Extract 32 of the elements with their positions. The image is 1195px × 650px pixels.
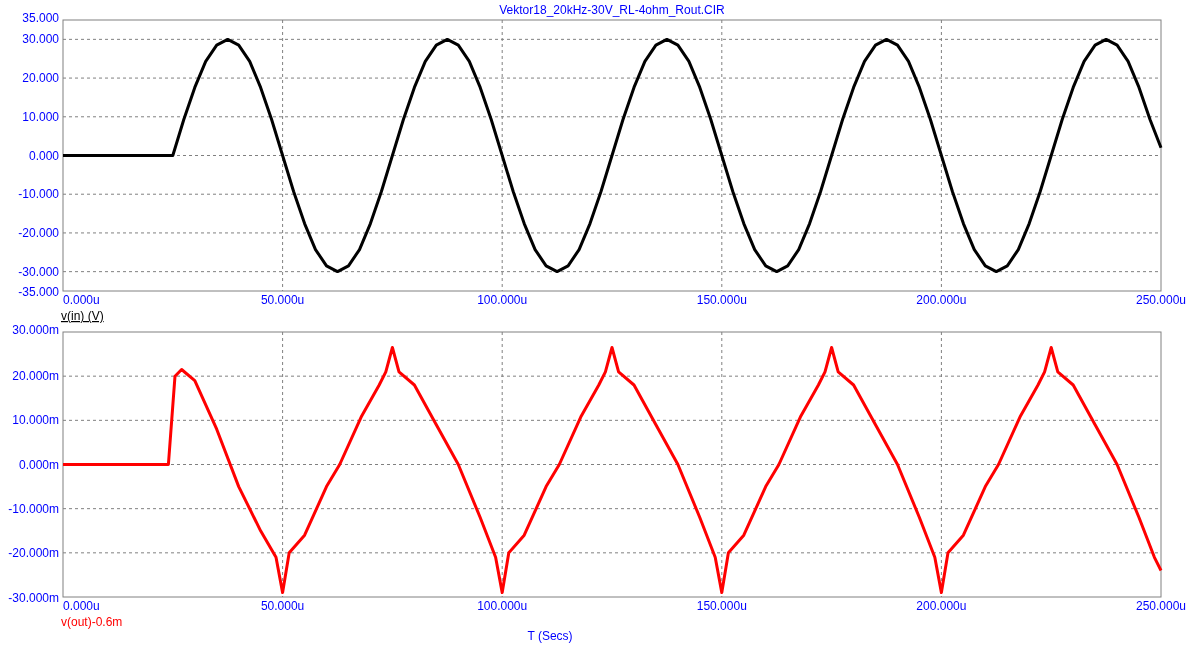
axis-tick-label: -10.000 bbox=[18, 187, 59, 202]
axis-tick-label: 250.000u bbox=[1135, 293, 1187, 307]
axis-tick-label: -30.000m bbox=[8, 591, 59, 605]
axis-tick-label: 150.000u bbox=[696, 293, 747, 307]
axis-tick-label: 0.000 bbox=[28, 148, 59, 163]
legend-label: v(out)-0.6m bbox=[61, 615, 123, 629]
axis-tick-label: 10.000m bbox=[12, 413, 59, 428]
axis-tick-label: 30.000 bbox=[22, 32, 59, 47]
axis-tick-label: 50.000u bbox=[260, 293, 305, 307]
axis-tick-label: -35.000 bbox=[18, 285, 59, 299]
axis-tick-label: 30.000m bbox=[12, 325, 59, 337]
axis-tick-label: 150.000u bbox=[696, 599, 747, 613]
axis-tick-label: 20.000 bbox=[22, 71, 59, 86]
axis-tick-label: 100.000u bbox=[477, 599, 528, 613]
axis-tick-label: 50.000u bbox=[260, 599, 305, 613]
axis-tick-label: 200.000u bbox=[916, 599, 967, 613]
axis-tick-label: 35.000 bbox=[22, 11, 59, 25]
axis-tick-label: 100.000u bbox=[477, 293, 528, 307]
legend-label: v(in) (V) bbox=[61, 309, 104, 323]
axis-tick-label: -20.000 bbox=[18, 225, 59, 240]
axis-tick-label: -30.000 bbox=[18, 264, 59, 279]
axis-tick-label: 20.000m bbox=[12, 369, 59, 384]
chart-title: Vektor18_20kHz-30V_RL-4ohm_Rout.CIR bbox=[499, 3, 725, 17]
axis-tick-label: 0.000m bbox=[18, 457, 59, 472]
axis-tick-label: 10.000 bbox=[22, 109, 59, 124]
axis-tick-label: -20.000m bbox=[8, 545, 59, 560]
axis-title: T (Secs) bbox=[527, 629, 573, 643]
axis-tick-label: 250.000u bbox=[1135, 599, 1187, 613]
axis-tick-label: 200.000u bbox=[916, 293, 967, 307]
axis-tick-label: 0.000u bbox=[63, 293, 100, 307]
axis-tick-label: 0.000u bbox=[63, 599, 100, 613]
axis-tick-label: -10.000m bbox=[8, 501, 59, 516]
